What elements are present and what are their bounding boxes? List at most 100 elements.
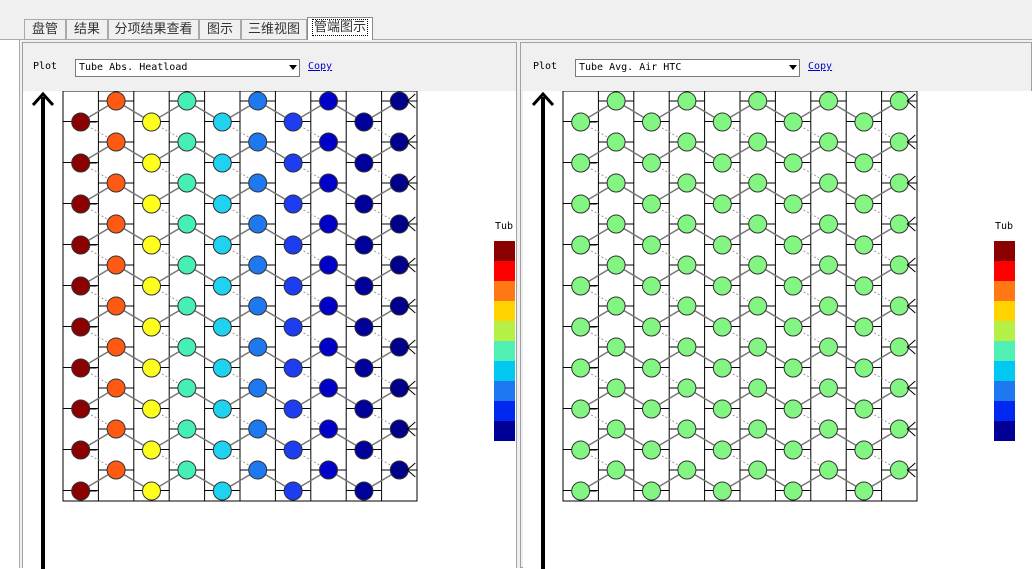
tube-circle [212,399,232,419]
tube-circle [677,255,697,275]
tube-circle [106,91,126,111]
legend-swatch [494,281,515,301]
tube-circle [571,481,591,501]
tube-circle [819,173,838,193]
tube-circle [106,296,126,316]
tube-circle [748,255,768,275]
tube-circle [212,481,232,501]
tube-circle [212,276,232,296]
tube-circle [71,317,91,337]
tube-circle [106,337,126,357]
plot-select[interactable]: Tube Avg. Air HTC [575,59,800,77]
tab-bar: 盘管 结果 分项结果查看 图示 三维视图 管端图示 [0,0,1032,40]
tube-circle [748,378,768,398]
tube-circle [71,153,91,173]
tube-circle [106,419,126,439]
tube-circle [283,235,303,255]
tube-circle [177,460,197,480]
tube-circle [748,460,768,480]
tube-circle [319,460,338,480]
tube-circle [606,419,626,439]
tube-circle [783,358,803,378]
tube-circle [354,317,374,337]
tube-circle [389,378,409,398]
tab-coil[interactable]: 盘管 [24,19,66,40]
tube-circle [71,440,91,460]
tube-circle [712,399,732,419]
legend-swatch [994,321,1015,341]
copy-link[interactable]: Copy [808,61,832,72]
tube-circle [783,235,803,255]
tube-circle [283,440,303,460]
tube-circle [854,358,874,378]
tube-circle [889,378,909,398]
tube-circle [712,481,732,501]
tube-circle [354,358,374,378]
tube-circle [354,235,374,255]
legend-swatch [994,401,1015,421]
tube-circle [389,255,409,275]
tube-circle [71,112,91,132]
tube-circle [819,419,838,439]
tube-circle [571,276,591,296]
tube-circle [283,112,303,132]
tube-circle [712,194,732,214]
tab-itemized-results[interactable]: 分项结果查看 [108,19,199,40]
tube-circle [283,317,303,337]
tube-circle [819,132,838,152]
tube-circle [212,194,232,214]
tube-circle [212,112,232,132]
tube-circle [212,235,232,255]
tab-coil-label: 盘管 [31,22,58,37]
plot-select-value: Tube Avg. Air HTC [579,62,682,73]
tube-circle [248,91,268,111]
legend-swatch [494,321,515,341]
tube-circle [642,276,661,296]
tube-circle [712,440,732,460]
legend-swatch [994,241,1015,261]
tube-circle [748,296,768,316]
tube-circle [283,481,303,501]
plot-select[interactable]: Tube Abs. Heatload [75,59,300,77]
tube-circle [642,112,661,132]
tube-circle [712,112,732,132]
tube-circle [783,481,803,501]
right-plot-panel: Plot Tube Avg. Air HTC Copy Tub [520,42,1032,569]
tube-circle [712,235,732,255]
tube-circle [889,296,909,316]
tube-circle [889,460,909,480]
legend-swatch [494,341,515,361]
tube-circle [712,153,732,173]
tube-circle [571,153,591,173]
tab-results[interactable]: 结果 [66,19,108,40]
tube-circle [142,276,161,296]
tube-circle [783,440,803,460]
tube-circle [677,173,697,193]
tube-circle [319,337,338,357]
tube-circle [571,235,591,255]
copy-link[interactable]: Copy [308,61,332,72]
tube-circle [783,399,803,419]
tube-circle [177,296,197,316]
tube-circle [642,399,661,419]
tube-circle [854,235,874,255]
tube-circle [571,194,591,214]
tube-circle [354,194,374,214]
tube-circle [606,132,626,152]
tab-3d-view[interactable]: 三维视图 [241,19,307,40]
tube-circle [642,358,661,378]
tab-tube-end-diagram[interactable]: 管端图示 [307,17,373,40]
tube-circle [71,276,91,296]
tab-itemized-results-label: 分项结果查看 [114,22,193,37]
tube-circle [142,399,161,419]
tube-circle [71,235,91,255]
tube-circle [677,91,697,111]
tube-circle [319,132,338,152]
tube-circle [819,91,838,111]
tab-diagram[interactable]: 图示 [199,19,241,40]
tube-circle [319,296,338,316]
plot-label: Plot [33,61,58,72]
tube-circle [819,378,838,398]
tube-circle [142,317,161,337]
tube-circle [854,440,874,460]
